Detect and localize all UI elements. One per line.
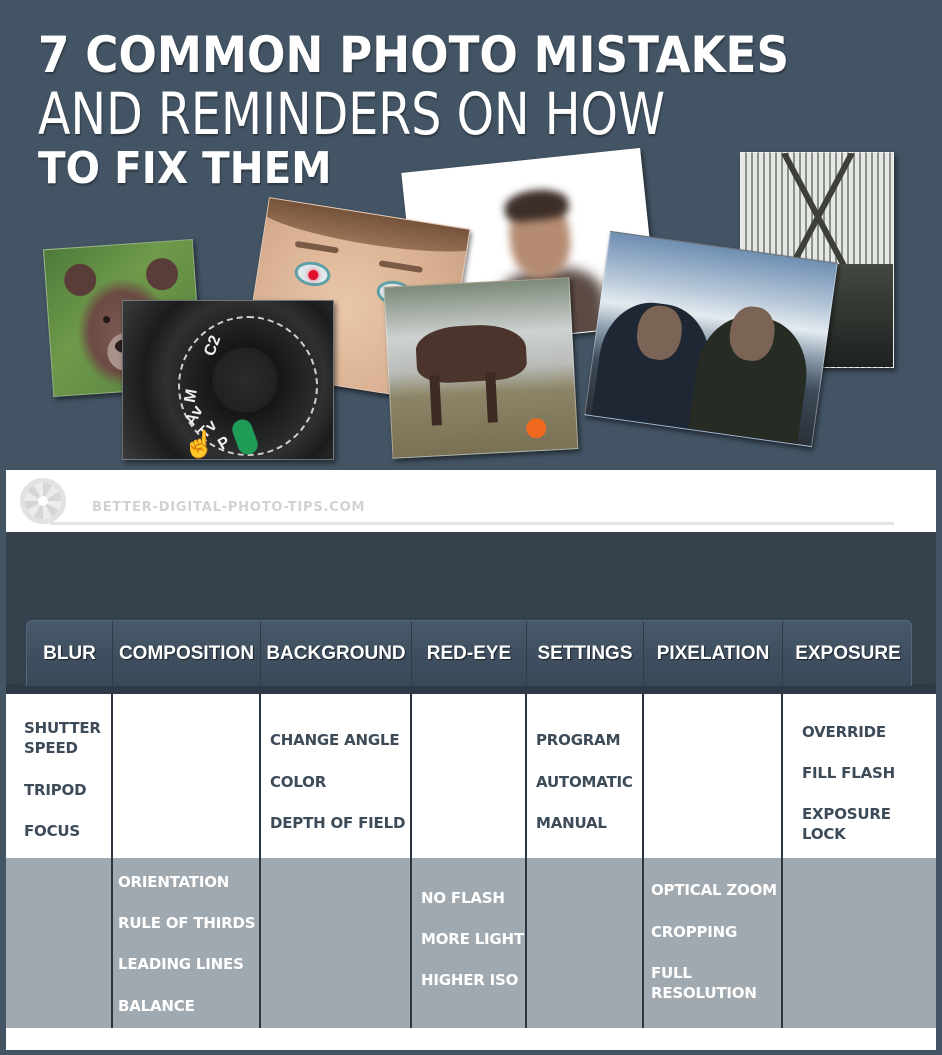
column-divider [111, 694, 113, 1028]
tip-cropping: CROPPING [651, 923, 738, 941]
background-column: CHANGE ANGLE COLOR DEPTH OF FIELD [270, 730, 416, 833]
tab-background[interactable]: BACKGROUND [261, 621, 412, 687]
exposure-column: OVERRIDE FILL FLASH EXPOSURE LOCK [802, 722, 932, 844]
bear-ear [144, 257, 180, 292]
bear-eye [102, 315, 111, 324]
column-divider [525, 694, 527, 1028]
bear-ear [63, 262, 98, 297]
tip-more-light: MORE LIGHT [421, 930, 524, 948]
tip-depth-of-field: DEPTH OF FIELD [270, 814, 406, 832]
hand-cursor-icon: ☝ [183, 429, 216, 459]
tab-bar: BLUR COMPOSITION BACKGROUND RED-EYE SETT… [26, 620, 913, 687]
tab-composition[interactable]: COMPOSITION [113, 621, 261, 687]
tip-leading-lines: LEADING LINES [118, 955, 244, 973]
tip-override: OVERRIDE [802, 723, 886, 741]
hero-header: 7 COMMON PHOTO MISTAKES AND REMINDERS ON… [0, 0, 942, 470]
red-pupil [307, 269, 320, 281]
logo-strip: BETTER-DIGITAL-PHOTO-TIPS.COM [6, 470, 936, 532]
tab-pixelation[interactable]: PIXELATION [644, 621, 783, 687]
aperture-logo-icon [20, 478, 66, 524]
title-line-2: AND REMINDERS ON HOW [38, 80, 665, 148]
orange-ball [525, 417, 547, 439]
tab-blur[interactable]: BLUR [27, 621, 113, 687]
blur-column: SHUTTER SPEED TRIPOD FOCUS [24, 718, 120, 841]
red-eye [292, 259, 333, 289]
tip-manual: MANUAL [536, 814, 607, 832]
tab-settings[interactable]: SETTINGS [527, 621, 644, 687]
title-line-3: TO FIX THEM [38, 143, 332, 194]
tip-change-angle: CHANGE ANGLE [270, 731, 400, 749]
logo-divider [50, 522, 894, 525]
pixelation-column: OPTICAL ZOOM CROPPING FULL RESOLUTION [651, 880, 787, 1003]
red-eye-column: NO FLASH MORE LIGHT HIGHER ISO [421, 888, 533, 990]
tip-exposure-lock: EXPOSURE LOCK [802, 805, 891, 843]
grey-row: ORIENTATION RULE OF THIRDS LEADING LINES… [6, 858, 936, 1028]
mountain-couple-photo [584, 230, 838, 448]
tip-no-flash: NO FLASH [421, 889, 505, 907]
tab-red-eye[interactable]: RED-EYE [412, 621, 527, 687]
tip-rule-of-thirds: RULE OF THIRDS [118, 914, 256, 932]
face-brow [378, 260, 423, 273]
column-divider [642, 694, 644, 1028]
tab-exposure[interactable]: EXPOSURE [783, 621, 913, 687]
tip-tripod: TRIPOD [24, 781, 87, 799]
column-divider [781, 694, 783, 1028]
dog-photo [383, 277, 579, 459]
white-row: SHUTTER SPEED TRIPOD FOCUS CHANGE ANGLE … [6, 694, 936, 858]
tip-higher-iso: HIGHER ISO [421, 971, 519, 989]
dog-leg [429, 375, 442, 426]
settings-column: PROGRAM AUTOMATIC MANUAL [536, 730, 648, 833]
composition-column: ORIENTATION RULE OF THIRDS LEADING LINES… [118, 872, 264, 1016]
column-divider [259, 694, 261, 1028]
site-name: BETTER-DIGITAL-PHOTO-TIPS.COM [92, 500, 366, 515]
camera-dial-photo: C2 M Av Tv P ☝ [122, 300, 334, 460]
tip-program: PROGRAM [536, 731, 621, 749]
tip-color: COLOR [270, 773, 327, 791]
title-line-1: 7 COMMON PHOTO MISTAKES [38, 26, 790, 84]
tip-fill-flash: FILL FLASH [802, 764, 895, 782]
footer-strip [6, 1028, 936, 1050]
tips-grid: SHUTTER SPEED TRIPOD FOCUS CHANGE ANGLE … [6, 694, 936, 1028]
face-brow [294, 240, 339, 254]
tip-shutter-speed: SHUTTER SPEED [24, 719, 101, 757]
tip-orientation: ORIENTATION [118, 873, 230, 891]
tip-balance: BALANCE [118, 997, 195, 1015]
tip-optical-zoom: OPTICAL ZOOM [651, 881, 777, 899]
tip-automatic: AUTOMATIC [536, 773, 633, 791]
tip-full-resolution: FULL RESOLUTION [651, 964, 757, 1002]
tip-focus: FOCUS [24, 822, 80, 840]
column-divider [410, 694, 412, 1028]
